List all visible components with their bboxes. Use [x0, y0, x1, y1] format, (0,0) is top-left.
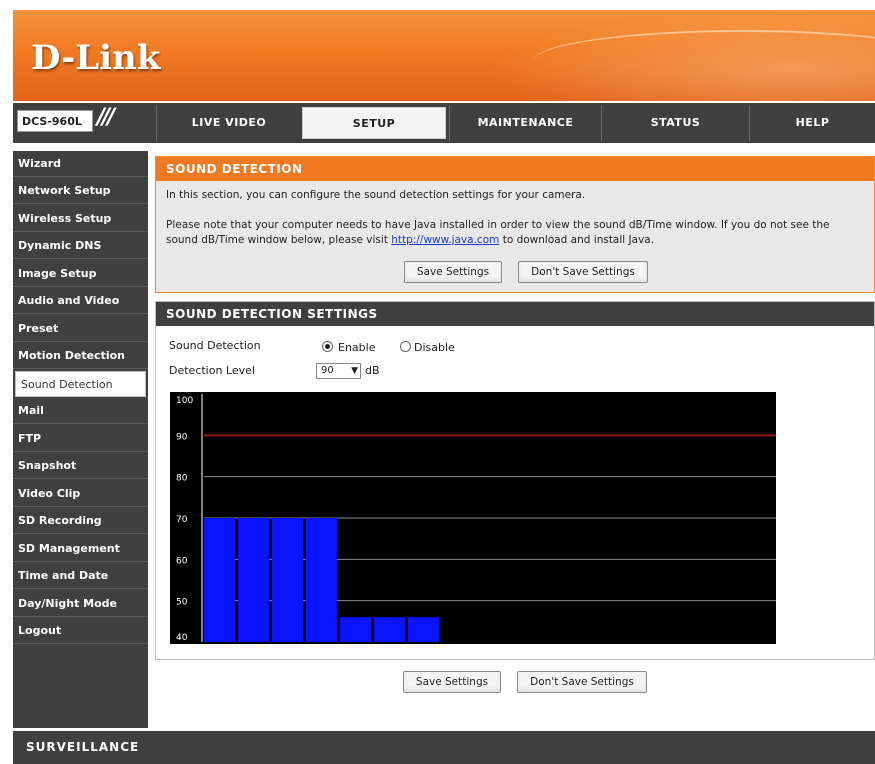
- header-swoosh: [533, 30, 875, 92]
- sidebar: Wizard Network Setup Wireless Setup Dyna…: [13, 151, 148, 728]
- save-settings-button-bottom[interactable]: Save Settings: [403, 671, 501, 693]
- sidebar-item-mail[interactable]: Mail: [13, 398, 148, 424]
- chart-bar: [272, 518, 303, 642]
- chart-bar: [408, 617, 439, 642]
- tab-maintenance[interactable]: MAINTENANCE: [449, 105, 601, 141]
- chart-tick-label: 60: [176, 556, 188, 566]
- header-banner: D-Link: [13, 10, 875, 101]
- model-slashes: ///: [97, 105, 115, 130]
- sound-level-chart: 100 90 80 70 60 50 40: [170, 392, 776, 644]
- detection-level-value: 90: [321, 365, 334, 376]
- enable-radio[interactable]: [322, 341, 333, 352]
- chart-tick-label: 40: [176, 633, 188, 643]
- sound-detection-label: Sound Detection: [169, 339, 261, 352]
- sidebar-item-preset[interactable]: Preset: [13, 316, 148, 342]
- disable-radio[interactable]: [400, 341, 411, 352]
- intro-line-3: sound dB/Time window below, please visit…: [166, 233, 654, 248]
- dont-save-settings-button-bottom[interactable]: Don't Save Settings: [517, 671, 647, 693]
- tab-status[interactable]: STATUS: [601, 105, 749, 141]
- chart-bar: [340, 617, 371, 642]
- tab-help[interactable]: HELP: [749, 105, 875, 141]
- chart-tick-label: 90: [176, 432, 188, 442]
- sidebar-item-logout[interactable]: Logout: [13, 618, 148, 644]
- intro-line-1: In this section, you can configure the s…: [166, 189, 586, 201]
- chart-tick-label: 100: [176, 396, 193, 406]
- sidebar-item-dynamic-dns[interactable]: Dynamic DNS: [13, 233, 148, 259]
- sidebar-item-snapshot[interactable]: Snapshot: [13, 453, 148, 479]
- footer: SURVEILLANCE: [13, 731, 875, 764]
- intro-line-3-pre: sound dB/Time window below, please visit: [166, 234, 392, 246]
- sidebar-item-sound-detection[interactable]: Sound Detection: [15, 371, 146, 397]
- chart-bar: [374, 617, 405, 642]
- model-badge: DCS-960L: [17, 110, 93, 132]
- footer-brand: SURVEILLANCE: [26, 740, 140, 754]
- chart-bar: [306, 518, 337, 642]
- detection-level-unit: dB: [365, 364, 380, 377]
- chart-bar: [204, 518, 235, 642]
- intro-title: SOUND DETECTION: [156, 157, 874, 181]
- sidebar-item-sd-recording[interactable]: SD Recording: [13, 508, 148, 534]
- chart-tick-label: 70: [176, 515, 188, 525]
- sidebar-item-image-setup[interactable]: Image Setup: [13, 261, 148, 287]
- tab-live-video[interactable]: LIVE VIDEO: [156, 105, 301, 141]
- sound-detection-settings: SOUND DETECTION SETTINGS Sound Detection…: [155, 301, 875, 660]
- dont-save-settings-button-top[interactable]: Don't Save Settings: [518, 261, 648, 283]
- save-settings-button-top[interactable]: Save Settings: [404, 261, 502, 283]
- enable-label: Enable: [338, 341, 376, 354]
- sidebar-item-ftp[interactable]: FTP: [13, 426, 148, 452]
- sidebar-item-wireless-setup[interactable]: Wireless Setup: [13, 206, 148, 232]
- sidebar-item-time-date[interactable]: Time and Date: [13, 563, 148, 589]
- java-link[interactable]: http://www.java.com: [391, 234, 499, 246]
- settings-title: SOUND DETECTION SETTINGS: [156, 302, 874, 326]
- chart-bar: [238, 518, 269, 642]
- sidebar-item-video-clip[interactable]: Video Clip: [13, 481, 148, 507]
- sound-detection-intro: SOUND DETECTION In this section, you can…: [155, 156, 875, 293]
- tab-setup[interactable]: SETUP: [302, 107, 446, 139]
- chevron-down-icon: ▼: [351, 366, 358, 376]
- sidebar-item-audio-video[interactable]: Audio and Video: [13, 288, 148, 314]
- sidebar-item-sd-management[interactable]: SD Management: [13, 536, 148, 562]
- sidebar-item-day-night-mode[interactable]: Day/Night Mode: [13, 591, 148, 617]
- detection-level-label: Detection Level: [169, 364, 255, 377]
- intro-line-3-post: to download and install Java.: [499, 234, 655, 246]
- dlink-logo: D-Link: [31, 38, 161, 78]
- chart-tick-label: 50: [176, 598, 188, 608]
- top-nav: DCS-960L /// LIVE VIDEO SETUP MAINTENANC…: [13, 103, 875, 143]
- intro-line-2: Please note that your computer needs to …: [166, 219, 830, 231]
- sidebar-item-motion-detection[interactable]: Motion Detection: [13, 343, 148, 369]
- chart-tick-label: 80: [176, 474, 188, 484]
- disable-label: Disable: [414, 341, 455, 354]
- detection-level-select[interactable]: 90 ▼: [316, 363, 361, 379]
- sidebar-item-wizard[interactable]: Wizard: [13, 151, 148, 177]
- sidebar-item-network-setup[interactable]: Network Setup: [13, 178, 148, 204]
